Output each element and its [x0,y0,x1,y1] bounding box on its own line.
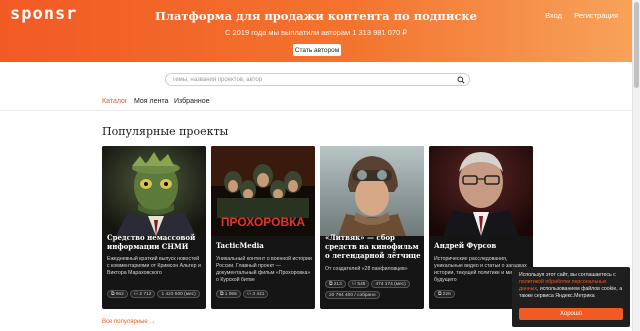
card-stats: ⧉ 226 [434,290,457,298]
all-popular-link[interactable]: Все популярные → [102,319,155,325]
card-stats-collected: 20 794 400 / собрано [325,291,382,299]
page-scrollbar[interactable] [632,0,640,331]
cookie-banner: Используя этот сайт, вы соглашаетесь с п… [512,267,630,327]
tab-catalog[interactable]: Каталог [102,98,127,105]
poster-title: ПРОХОРОВКА [221,215,306,229]
author-portrait-image [429,146,533,236]
card-stats: ⧉ 213 ⚇ 545 474 174 (мес) [325,280,412,288]
card-title[interactable]: TacticMedia [216,241,312,250]
cookie-accept-button[interactable]: Хорошо [519,308,623,320]
card-description: Уникальный контент о военной истории Рос… [216,256,312,283]
stat-posts: ⧉ 962 [107,290,128,298]
card-title[interactable]: «Литвяк» — сбор средств на кинофильм о л… [325,233,421,260]
card-description: Ежедневный краткий выпуск новостей с ком… [107,256,201,276]
stat-subscribers: ⚇ 2 712 [129,290,156,298]
tab-favorites[interactable]: Избранное [174,98,209,105]
card-stats: ⧉ 1 066 ⚇ 3 421 [216,290,270,298]
search-input[interactable] [172,75,452,85]
card-description: От создателей «28 панфиловцев» [325,266,408,272]
project-card[interactable]: ПРОХОРОВКА TacticMedia Уникальный контен… [211,146,315,309]
stat-income: 474 174 (мес) [371,280,410,288]
stat-subscribers: ⚇ 545 [347,280,370,288]
tab-my-feed[interactable]: Моя лента [134,98,168,105]
section-title: Популярные проекты [102,125,229,138]
stat-posts: ⧉ 226 [434,290,455,298]
search-bar [165,73,470,86]
card-title[interactable]: Средство немассовой информации СНМИ [107,233,203,251]
stat-posts: ⧉ 213 [325,280,346,288]
stat-income: 1 423 500 (мес) [157,290,200,298]
scrollbar-thumb[interactable] [634,2,639,88]
search-icon[interactable] [457,76,465,84]
cookie-text: Используя этот сайт, вы соглашаетесь с п… [519,272,623,299]
card-stats: ⧉ 962 ⚇ 2 712 1 423 500 (мес) [107,290,202,298]
tabs-divider [0,110,632,111]
register-link[interactable]: Регистрация [574,11,618,20]
stat-posts: ⧉ 1 066 [216,290,241,298]
login-link[interactable]: Вход [545,11,562,20]
auth-links: Вход Регистрация [535,11,618,20]
stat-collected: 20 794 400 / собрано [325,291,380,299]
pilot-portrait-image [320,146,424,236]
hero-subtitle: С 2019 года мы выплатили авторам 1 313 9… [224,28,408,37]
lizard-portrait-image [102,146,206,236]
project-card[interactable]: Средство немассовой информации СНМИ Ежед… [102,146,206,309]
header-banner: sponsr Платформа для продажи контента по… [0,0,632,62]
stat-subscribers: ⚇ 3 421 [242,290,269,298]
project-card[interactable]: «Литвяк» — сбор средств на кинофильм о л… [320,146,424,309]
become-author-button[interactable]: Стать автором [293,44,341,56]
card-title[interactable]: Андрей Фурсов [434,241,530,250]
soldiers-poster-image: ПРОХОРОВКА [211,146,315,236]
